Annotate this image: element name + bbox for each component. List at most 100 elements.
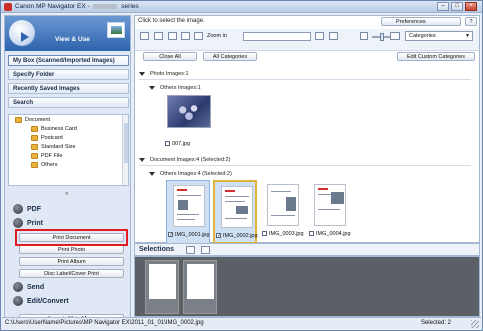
scroll-thumb[interactable] xyxy=(124,123,128,163)
grid-view-icon[interactable] xyxy=(186,246,195,254)
list-view-icon[interactable] xyxy=(154,32,163,40)
nav-specify-folder[interactable]: Specify Folder xyxy=(8,69,129,80)
send-icon xyxy=(13,282,23,292)
close-button[interactable]: × xyxy=(465,2,477,11)
selections-bar: Selections xyxy=(134,243,480,256)
filename-label: IMG_0002.jpg xyxy=(223,233,258,239)
maximize-button[interactable]: □ xyxy=(451,2,463,11)
tree-item-postcard[interactable]: Postcard xyxy=(31,134,63,143)
preview-line xyxy=(318,209,340,210)
preview-line xyxy=(271,191,291,192)
tree-item-standard-size[interactable]: Standard Size xyxy=(31,143,76,152)
group-photo-others[interactable]: Others Images:1 xyxy=(149,85,201,91)
document-preview xyxy=(221,186,253,228)
help-button[interactable]: ? xyxy=(465,17,477,26)
nav-recently-saved[interactable]: Recently Saved Images xyxy=(8,83,129,94)
preview-line xyxy=(225,218,247,219)
thumbnail-checkbox[interactable] xyxy=(262,231,267,237)
status-bar: C:\Users\UserName\Pictures\MP Navigator … xyxy=(2,317,481,329)
grid-view-icon[interactable] xyxy=(140,32,149,40)
print-photo-button[interactable]: Print Photo xyxy=(19,245,124,254)
preview-icon[interactable] xyxy=(194,32,203,40)
preferences-button[interactable]: Preferences xyxy=(381,17,461,26)
tree-item-business-card[interactable]: Business Card xyxy=(31,125,77,134)
zoom-icon[interactable] xyxy=(181,32,190,40)
preview-block xyxy=(178,200,188,210)
group-document-others-label: Others Images:4 (Selected:2) xyxy=(160,171,232,177)
search-input[interactable] xyxy=(243,32,311,41)
group-photo[interactable]: Photo Images:1 xyxy=(139,71,189,77)
expand-triangle-icon xyxy=(149,85,155,90)
selected-page xyxy=(149,264,176,299)
folder-icon xyxy=(31,143,38,150)
preview-line xyxy=(318,194,332,195)
tree-item-others[interactable]: Others xyxy=(31,161,58,170)
thumbnail-img-0001[interactable]: ✓ IMG_0001.jpg xyxy=(166,180,210,244)
thumbnail-caption: ✓ IMG_0002.jpg xyxy=(216,233,258,239)
thumbnail-small-icon xyxy=(360,32,368,40)
app-window: Canon MP Navigator EX - series – □ × Vie… xyxy=(0,0,483,331)
mode-menu-button[interactable] xyxy=(9,20,35,46)
folder-icon xyxy=(15,116,22,123)
image-browser: Click to select the image. Preferences ?… xyxy=(134,15,480,244)
category-select-value: Categories xyxy=(409,33,436,39)
group-document[interactable]: Document Images:4 (Selected:2) xyxy=(139,157,230,163)
pdf-section[interactable]: PDF xyxy=(13,204,41,214)
hint-text: Click to select the image. xyxy=(138,18,205,24)
thumbnail-img-0003[interactable]: IMG_0003.jpg xyxy=(261,180,305,244)
resize-grip-icon[interactable] xyxy=(471,320,479,328)
zoom-in-label[interactable]: Zoom in xyxy=(207,33,227,39)
rotate-icon[interactable] xyxy=(168,32,177,40)
preview-line xyxy=(225,196,249,197)
slider-knob[interactable] xyxy=(380,33,384,41)
print-label: Print xyxy=(27,219,43,227)
group-photo-label: Photo Images:1 xyxy=(150,71,189,77)
group-photo-others-label: Others Images:1 xyxy=(160,85,201,91)
all-categories-button[interactable]: All Categories xyxy=(203,52,257,61)
thumbnail-img-0004[interactable]: IMG_0004.jpg xyxy=(308,180,352,244)
thumbnail-img-0002[interactable]: ✓ IMG_0002.jpg xyxy=(213,180,258,244)
selected-thumbnail[interactable] xyxy=(183,260,217,314)
nav-search[interactable]: Search xyxy=(8,97,129,108)
send-label: Send xyxy=(27,283,45,291)
thumbnail-checkbox[interactable]: ✓ xyxy=(216,233,221,239)
flower-photo-thumbnail[interactable] xyxy=(167,95,211,128)
tree-label: Postcard xyxy=(41,135,63,141)
preview-line xyxy=(177,219,195,220)
thumbnail-checkbox[interactable] xyxy=(309,231,314,237)
thumbnail-checkbox[interactable] xyxy=(165,141,170,147)
category-select[interactable]: Categories ▼ xyxy=(405,31,473,41)
chevron-down-icon: ▼ xyxy=(465,33,470,39)
search-icon[interactable] xyxy=(315,32,324,40)
filename-label: IMG_0003.jpg xyxy=(269,231,304,237)
chevron-down-icon[interactable]: » xyxy=(65,191,68,197)
refresh-icon[interactable] xyxy=(329,32,338,40)
list-view-icon[interactable] xyxy=(201,246,210,254)
minimize-button[interactable]: – xyxy=(437,2,449,11)
preview-line xyxy=(177,195,201,196)
thumbnail-checkbox[interactable]: ✓ xyxy=(168,232,173,238)
tree-item-document[interactable]: Document xyxy=(15,116,50,125)
group-document-others[interactable]: Others Images:4 (Selected:2) xyxy=(149,171,232,177)
view-use-header: View & Use xyxy=(5,16,130,51)
filename-label: IMG_0004.jpg xyxy=(316,231,351,237)
edit-custom-categories-button[interactable]: Edit Custom Categories xyxy=(397,52,475,61)
edit-icon xyxy=(13,296,23,306)
edit-convert-section[interactable]: Edit/Convert xyxy=(13,296,69,306)
preview-header xyxy=(177,189,187,191)
tree-item-pdf-file[interactable]: PDF File xyxy=(31,152,62,161)
nav-my-box[interactable]: My Box (Scanned/Imported Images) xyxy=(8,55,129,66)
preview-header xyxy=(225,190,235,192)
title-prefix: Canon MP Navigator EX - xyxy=(15,3,90,10)
print-section[interactable]: Print xyxy=(13,218,43,228)
selected-thumbnail[interactable] xyxy=(145,260,179,314)
close-all-button[interactable]: Close All xyxy=(143,52,197,61)
print-album-button[interactable]: Print Album xyxy=(19,257,124,266)
send-section[interactable]: Send xyxy=(13,282,44,292)
folder-icon xyxy=(31,134,38,141)
tree-label: PDF File xyxy=(41,153,63,159)
document-preview xyxy=(267,184,299,226)
disc-label-button[interactable]: Disc Label/Cover Print xyxy=(19,269,124,278)
preview-block xyxy=(286,197,296,211)
tree-scrollbar[interactable] xyxy=(122,115,128,185)
